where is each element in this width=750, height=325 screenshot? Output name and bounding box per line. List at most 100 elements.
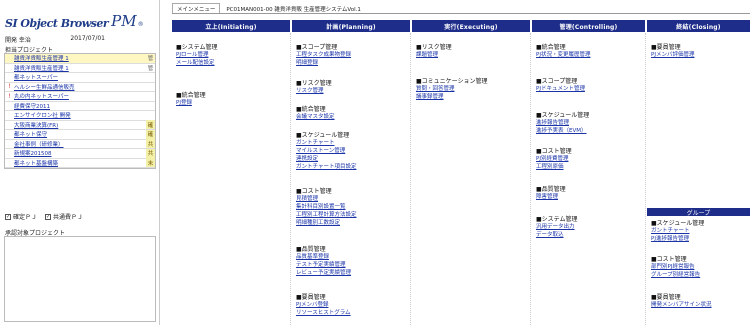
project-icon <box>5 149 14 158</box>
menu-link[interactable]: リスク管理 <box>296 87 332 95</box>
menu-group: ■品質管理 品質基準登録 テスト予定実績管理 レビュー予定実績管理 <box>296 244 351 277</box>
project-link[interactable]: 経費保守2011 <box>14 102 146 110</box>
menu-group: ■品質管理 障害管理 <box>536 184 566 201</box>
menu-link[interactable]: データ取込 <box>536 231 578 239</box>
phase-header: 計画(Planning) <box>292 20 410 32</box>
menu-group: ■リスク管理 リスク管理 <box>296 78 332 95</box>
project-row[interactable]: 都ネットスーパー <box>5 73 155 83</box>
menu-link[interactable]: ガントチャート <box>296 139 356 147</box>
menu-link[interactable]: 工程別原価 <box>536 163 572 171</box>
project-row[interactable]: 新規案201508 共 <box>5 148 155 159</box>
menu-group-title: ■システム管理 <box>176 44 218 51</box>
alert-icon: ! <box>8 83 11 91</box>
menu-link[interactable]: 部門別PJ経営報告 <box>651 263 700 271</box>
project-link[interactable]: 都ネット保守 <box>14 130 146 138</box>
menu-link[interactable]: PJ登録 <box>176 99 206 107</box>
project-icon <box>5 158 14 167</box>
phase-header: 管理(Controlling) <box>532 20 645 32</box>
menu-link[interactable]: 議事録管理 <box>416 93 488 101</box>
project-link[interactable]: 雑貨洋貨販生産管理 1 <box>14 64 146 72</box>
project-row[interactable]: 都ネット基盤構築未 <box>5 158 155 168</box>
menu-link[interactable]: マイルストーン管理 <box>296 147 356 155</box>
project-row[interactable]: 雑貨洋貨販生産管理 1管 <box>5 64 155 73</box>
column-divider <box>530 33 531 325</box>
menu-link[interactable]: 工程別工程計算方法設定 <box>296 211 357 219</box>
menu-link[interactable]: 品質基準登録 <box>296 253 351 261</box>
phase-column-initiating: 立上(Initiating) ■システム管理 PJロール管理 メール配信設定 ■統合管理… <box>172 20 290 325</box>
menu-link[interactable]: メール配信設定 <box>176 59 218 67</box>
project-row[interactable]: 金社事例（研修業）共 <box>5 139 155 149</box>
menu-link[interactable]: 集計科目別設置一覧 <box>296 203 357 211</box>
menu-group-title: ■品質管理 <box>536 186 566 193</box>
project-row[interactable]: ! ヘルシー生鮮品通信販売 <box>5 83 155 92</box>
shared-pj-checkbox[interactable]: ✓ 共通費ＰＪ <box>45 212 83 221</box>
project-row[interactable]: エンサイクロン社 開発 <box>5 111 155 121</box>
menu-group-title: ■システム管理 <box>536 216 578 223</box>
menu-link[interactable]: 会議マスタ設定 <box>296 113 335 121</box>
menu-link[interactable]: 課題管理 <box>416 51 452 59</box>
project-status-badge <box>146 92 155 101</box>
menu-link[interactable]: PJ状況・変更履歴管理 <box>536 51 590 59</box>
menu-link[interactable]: 連携設定 <box>296 155 356 163</box>
menu-link[interactable]: リソースヒストグラム <box>296 309 351 317</box>
logo-mark: ® <box>137 21 144 28</box>
menu-link[interactable]: PJドキュメント管理 <box>536 85 585 93</box>
menu-link[interactable]: PJロール管理 <box>176 51 218 59</box>
project-link[interactable]: エンサイクロン社 開発 <box>14 111 146 119</box>
column-divider <box>410 33 411 325</box>
menu-group-title: ■スケジュール管理 <box>536 112 590 119</box>
menu-link[interactable]: 見積管理 <box>296 195 357 203</box>
confirmed-pj-checkbox[interactable]: ✓ 確定ＰＪ <box>5 212 37 221</box>
project-link[interactable]: 雑貨洋貨販生産管理 1 <box>14 54 146 62</box>
menu-group: ■スケジュール管理 進捗報告管理 進捗予実表（EVM） <box>536 110 589 135</box>
menu-link[interactable]: 進捗予実表（EVM） <box>536 127 589 135</box>
menu-link[interactable]: レビュー予定実績管理 <box>296 269 351 277</box>
menu-link[interactable]: グループ別経営報告 <box>651 271 700 279</box>
project-link[interactable]: 大阪商業決算(FR) <box>14 121 146 129</box>
menu-link[interactable]: 障害管理 <box>536 193 566 201</box>
checkbox-shared[interactable]: ✓ <box>45 213 52 220</box>
project-row[interactable]: ! 丸の内ネットスーパー <box>5 92 155 102</box>
shared-pj-label: 共通費ＰＪ <box>53 214 84 221</box>
user-info: 開発 幸治 2017/07/01 <box>5 35 105 44</box>
project-icon <box>5 139 14 148</box>
menu-link[interactable]: 開発メンバアサイン状況 <box>651 301 712 309</box>
menu-link[interactable]: テスト予定実績管理 <box>296 261 351 269</box>
menu-group-title: ■リスク管理 <box>416 44 452 51</box>
project-row[interactable]: 大阪商業決算(FR) 確 <box>5 120 155 130</box>
project-status-badge: 確 <box>146 129 155 139</box>
menu-link[interactable]: PJメンバ評価管理 <box>651 51 694 59</box>
project-row[interactable]: 都ネット保守確 <box>5 129 155 140</box>
menu-link[interactable]: PJ進捗報告管理 <box>651 235 704 243</box>
menu-link[interactable]: PJ別経費管理 <box>536 155 572 163</box>
project-icon <box>5 111 14 120</box>
project-status-badge: 管 <box>147 65 154 72</box>
project-link[interactable]: 都ネットスーパー <box>14 73 146 81</box>
menu-group-title: ■スケジュール管理 <box>296 132 350 139</box>
checkbox-confirmed[interactable]: ✓ <box>5 213 11 220</box>
menu-link[interactable]: 工程タスク成果物登録 <box>296 51 351 59</box>
project-link[interactable]: 都ネット基盤構築 <box>14 159 146 167</box>
project-link[interactable]: ヘルシー生鮮品通信販売 <box>14 83 146 91</box>
project-link[interactable]: 金社事例（研修業） <box>14 140 146 148</box>
menu-link[interactable]: 質問・回答管理 <box>416 85 488 93</box>
menu-link[interactable]: 汎用データ出力 <box>536 223 578 231</box>
menu-link[interactable]: 明細種別工数設定 <box>296 219 357 227</box>
menu-group-title: ■要員管理 <box>651 294 681 301</box>
menu-link[interactable]: PJメンバ登録 <box>296 301 351 309</box>
project-list: 雑貨洋貨販生産管理 1 管雑貨洋貨販生産管理 1 管都ネットスーパー! ヘルシー生鮮品… <box>4 53 156 169</box>
project-link[interactable]: 新規案201508 <box>14 149 146 157</box>
menu-group: ■スケジュール管理 ガントチャート マイルストーン管理 連携設定 ガントチャート項目設定 <box>296 130 356 171</box>
project-link[interactable]: 丸の内ネットスーパー <box>14 92 146 100</box>
menu-link[interactable]: 進捗報告管理 <box>536 119 589 127</box>
menu-link[interactable]: ガントチャート <box>651 227 704 235</box>
project-status-badge: 共 <box>146 148 155 158</box>
project-row[interactable]: 経費保守2011 <box>5 102 155 111</box>
menu-group: ■コスト管理 見積管理 集計科目別設置一覧 工程別工程計算方法設定 明細種別工数設定 <box>296 186 357 227</box>
menu-link[interactable]: ガントチャート項目設定 <box>296 163 356 171</box>
user-name: 開発 幸治 <box>5 37 31 44</box>
alert-icon: ! <box>8 92 11 100</box>
project-row[interactable]: 雑貨洋貨販生産管理 1管 <box>5 54 155 64</box>
menu-link[interactable]: 明細登録 <box>296 59 351 67</box>
main-menu: メインメニュー PC01MAN001-00 雑貨洋貨販 生産管理システムVol.… <box>172 0 750 325</box>
